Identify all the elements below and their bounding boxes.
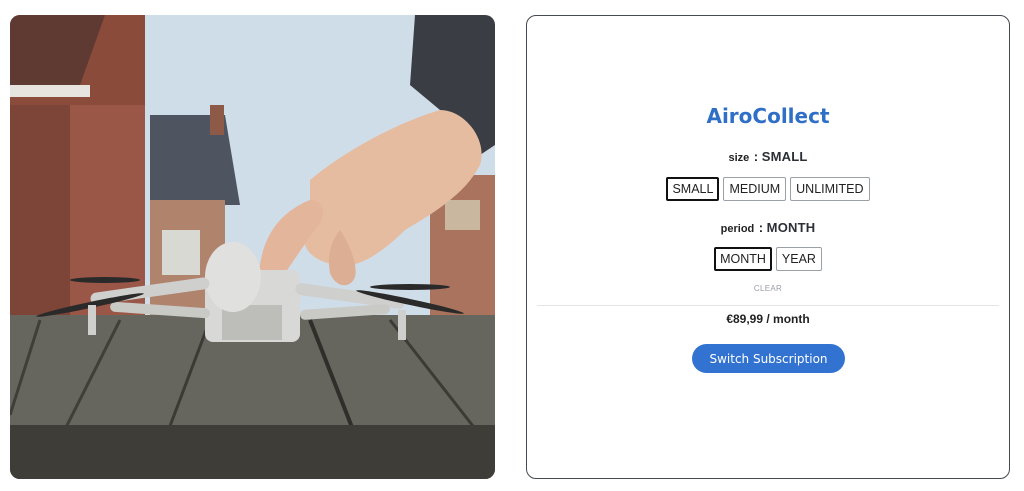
size-swatch-unlimited[interactable]: UNLIMITED (790, 177, 870, 201)
divider (537, 305, 999, 306)
size-selected-value: SMALL (761, 149, 808, 164)
product-title: AiroCollect (706, 104, 830, 128)
size-swatch-medium[interactable]: MEDIUM (723, 177, 787, 201)
price-text: €89,99 / month (726, 312, 810, 326)
period-swatch-month[interactable]: MONTH (714, 247, 772, 271)
product-image (10, 15, 495, 479)
clear-selection-link[interactable]: CLEAR (527, 284, 1009, 293)
product-card: AiroCollect size : SMALL SMALL MEDIUM UN… (526, 15, 1010, 479)
period-swatch-year[interactable]: YEAR (775, 247, 822, 271)
size-option-label: size : SMALL (527, 148, 1009, 166)
period-option-name: period (720, 223, 755, 235)
size-swatch-small[interactable]: SMALL (666, 177, 720, 201)
period-option-separator: : (758, 220, 767, 235)
size-swatches: SMALL MEDIUM UNLIMITED (527, 177, 1009, 201)
size-option-separator: : (753, 149, 762, 164)
switch-subscription-button[interactable]: Switch Subscription (692, 344, 845, 373)
size-option-name: size (728, 152, 750, 164)
period-option-label: period : MONTH (527, 219, 1009, 237)
period-swatches: MONTH YEAR (527, 247, 1009, 271)
period-selected-value: MONTH (766, 220, 816, 235)
